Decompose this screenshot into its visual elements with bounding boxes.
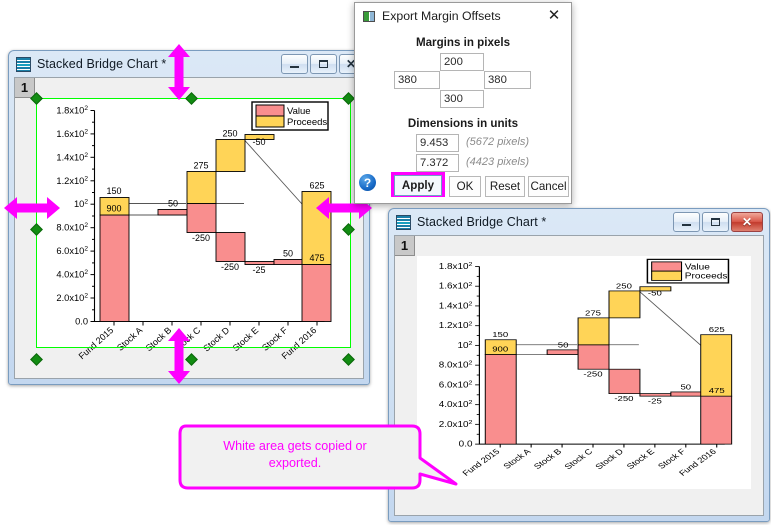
svg-text:150: 150 xyxy=(106,186,121,196)
svg-text:1.4x102: 1.4x102 xyxy=(56,152,88,163)
dialog-icon xyxy=(363,11,375,22)
svg-text:1.4x102: 1.4x102 xyxy=(439,301,473,310)
cancel-button[interactable]: Cancel xyxy=(528,176,569,197)
svg-text:Stock A: Stock A xyxy=(115,325,144,353)
svg-text:Stock C: Stock C xyxy=(562,447,594,471)
svg-text:50: 50 xyxy=(558,340,569,349)
reset-button[interactable]: Reset xyxy=(485,176,525,197)
svg-text:475: 475 xyxy=(709,386,725,395)
dimension-width-input[interactable] xyxy=(416,134,459,152)
svg-text:Value: Value xyxy=(287,106,311,117)
chart-legend-back: Value Proceeds xyxy=(252,102,328,130)
minimize-button-back[interactable] xyxy=(281,54,308,74)
maximize-button-front[interactable] xyxy=(702,212,729,232)
svg-text:102: 102 xyxy=(74,199,88,210)
svg-text:1.6x102: 1.6x102 xyxy=(439,281,473,290)
svg-text:1.2x102: 1.2x102 xyxy=(56,175,88,186)
svg-text:Proceeds: Proceeds xyxy=(685,272,728,281)
svg-text:-50: -50 xyxy=(252,137,265,147)
svg-text:-250: -250 xyxy=(192,233,210,243)
svg-text:50: 50 xyxy=(680,382,691,391)
svg-text:0.0: 0.0 xyxy=(459,440,473,449)
svg-text:275: 275 xyxy=(193,161,208,171)
svg-text:475: 475 xyxy=(309,253,324,263)
help-icon[interactable]: ? xyxy=(359,174,376,191)
origin-graph-icon xyxy=(396,215,411,230)
svg-text:2.0x102: 2.0x102 xyxy=(56,293,88,304)
apply-button[interactable]: Apply xyxy=(394,175,442,196)
export-margin-offsets-dialog[interactable]: Export Margin Offsets ✕ Margins in pixel… xyxy=(354,2,572,204)
svg-text:Stock A: Stock A xyxy=(501,447,533,471)
svg-text:Fund 2015: Fund 2015 xyxy=(77,325,116,361)
close-button-front[interactable]: ✕ xyxy=(731,212,763,232)
dialog-titlebar[interactable]: Export Margin Offsets ✕ xyxy=(355,3,571,29)
ok-button[interactable]: OK xyxy=(449,176,481,197)
margin-left-input[interactable] xyxy=(394,71,440,89)
svg-text:102: 102 xyxy=(458,341,473,350)
window-title-back: Stacked Bridge Chart * xyxy=(37,57,166,71)
svg-text:-50: -50 xyxy=(648,289,662,298)
close-icon[interactable]: ✕ xyxy=(543,9,565,23)
svg-text:8.0x102: 8.0x102 xyxy=(439,360,473,369)
origin-graph-icon xyxy=(16,57,31,72)
svg-text:-250: -250 xyxy=(221,262,239,272)
svg-text:8.0x102: 8.0x102 xyxy=(56,222,88,233)
margin-arrow-top xyxy=(166,44,192,100)
svg-text:Proceeds: Proceeds xyxy=(287,117,327,128)
window-titlebar-front[interactable]: Stacked Bridge Chart * ✕ xyxy=(389,209,769,235)
svg-text:1.8x102: 1.8x102 xyxy=(56,105,88,116)
svg-text:Stock E: Stock E xyxy=(231,325,261,353)
chart-legend-front: Value Proceeds xyxy=(647,259,728,283)
layer-badge-front[interactable]: 1 xyxy=(395,236,415,256)
dialog-title: Export Margin Offsets xyxy=(382,9,501,23)
maximize-button-back[interactable] xyxy=(310,54,337,74)
svg-text:150: 150 xyxy=(492,330,508,339)
callout-line-1: White area gets copied or xyxy=(180,438,410,455)
svg-text:4.0x102: 4.0x102 xyxy=(439,400,473,409)
svg-text:Stock D: Stock D xyxy=(593,447,625,471)
svg-text:4.0x102: 4.0x102 xyxy=(56,269,88,280)
svg-text:1.8x102: 1.8x102 xyxy=(439,262,473,271)
svg-text:Fund 2015: Fund 2015 xyxy=(460,447,502,478)
svg-text:Value: Value xyxy=(685,262,710,271)
svg-text:275: 275 xyxy=(585,308,601,317)
margin-arrow-left xyxy=(4,195,60,221)
svg-text:Stock D: Stock D xyxy=(201,325,231,354)
svg-text:Stock E: Stock E xyxy=(624,447,656,471)
margin-arrow-bottom xyxy=(166,328,192,384)
window-title-front: Stacked Bridge Chart * xyxy=(417,215,546,229)
dimension-width-pixels: (5672 pixels) xyxy=(466,136,529,148)
svg-text:6.0x102: 6.0x102 xyxy=(56,246,88,257)
svg-text:1.6x102: 1.6x102 xyxy=(56,128,88,139)
dimension-height-pixels: (4423 pixels) xyxy=(466,156,529,168)
svg-text:-25: -25 xyxy=(252,265,265,275)
margin-bottom-input[interactable] xyxy=(440,90,484,108)
svg-text:50: 50 xyxy=(168,199,178,209)
svg-text:250: 250 xyxy=(616,281,632,290)
svg-text:625: 625 xyxy=(709,325,725,334)
margin-top-input[interactable] xyxy=(440,53,484,71)
svg-text:1.2x102: 1.2x102 xyxy=(439,321,473,330)
svg-text:-250: -250 xyxy=(583,369,602,378)
svg-text:900: 900 xyxy=(492,345,508,354)
dimension-height-input[interactable] xyxy=(416,154,459,172)
minimize-button-front[interactable] xyxy=(673,212,700,232)
svg-text:-25: -25 xyxy=(648,396,662,405)
margin-right-input[interactable] xyxy=(484,71,531,89)
svg-text:6.0x102: 6.0x102 xyxy=(439,380,473,389)
svg-text:Stock B: Stock B xyxy=(532,447,564,471)
svg-text:50: 50 xyxy=(283,249,293,259)
bridge-chart-front: 0.0 2.0x102 4.0x102 6.0x102 8.0x102 102 … xyxy=(417,256,753,490)
margins-section-label: Margins in pixels xyxy=(355,36,571,49)
svg-text:250: 250 xyxy=(222,129,237,139)
svg-text:-250: -250 xyxy=(614,394,633,403)
bridge-chart-back: 0.0 2.0x102 4.0x102 6.0x102 8.0x102 102 … xyxy=(36,98,351,376)
svg-text:900: 900 xyxy=(106,204,121,214)
svg-text:625: 625 xyxy=(309,181,324,191)
svg-text:0.0: 0.0 xyxy=(75,317,88,327)
callout-line-2: exported. xyxy=(180,455,410,472)
dimensions-section-label: Dimensions in units xyxy=(355,117,571,130)
